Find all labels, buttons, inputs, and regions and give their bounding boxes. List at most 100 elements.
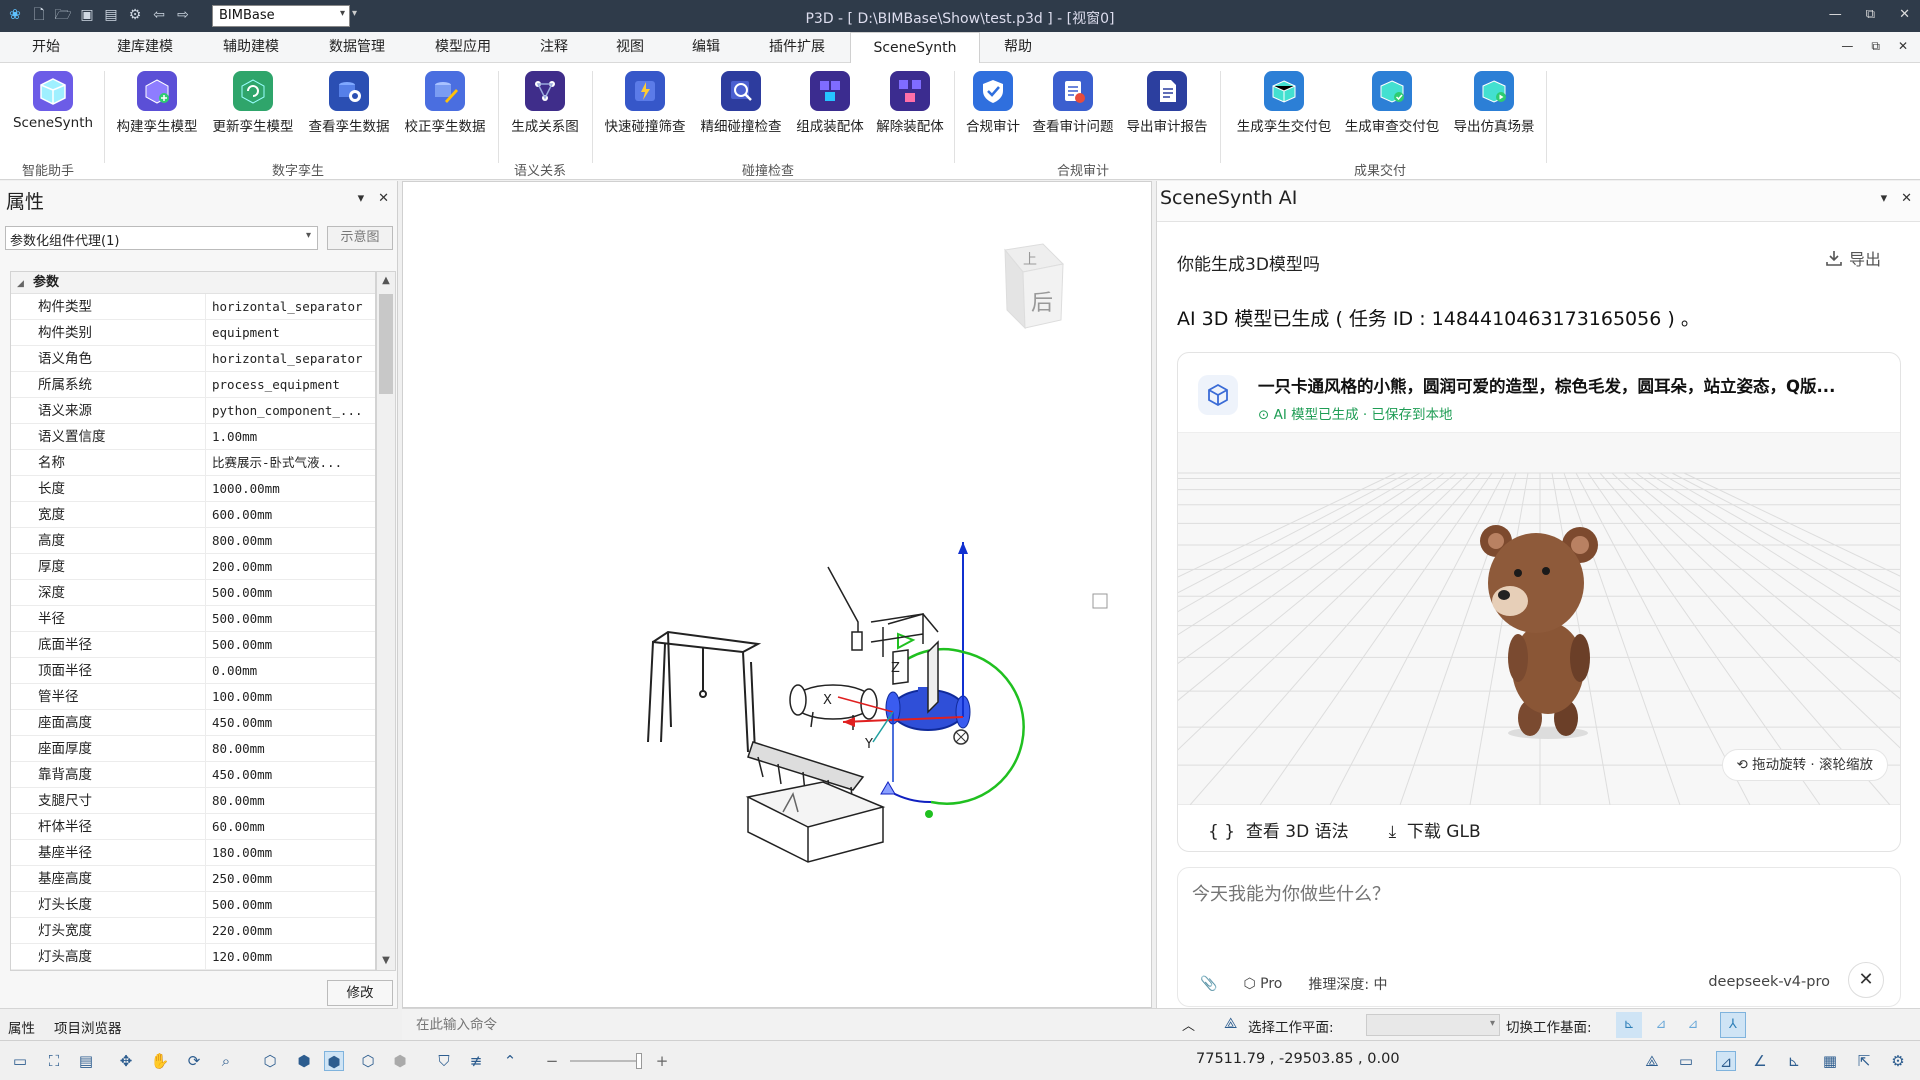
save-icon[interactable]: ▣ [78,6,96,24]
property-value[interactable]: 120.00mm [206,944,375,969]
property-row[interactable]: 语义置信度 1.00mm [11,424,375,450]
cube-shaded-icon[interactable]: ⬢ [324,1051,344,1071]
viewport-toggle-icon[interactable] [1092,593,1108,609]
new-file-icon[interactable]: 🗋 [30,6,48,24]
tab-model-application[interactable]: 模型应用 [418,32,508,63]
redo-icon[interactable]: ⇨ [174,6,192,24]
property-value[interactable]: equipment [206,320,375,345]
quick-clash-screen-button[interactable]: 快速碰撞筛查 [598,71,692,135]
3d-viewport[interactable]: 上 后 Z X Y [402,181,1152,1008]
generate-relation-graph-button[interactable]: 生成关系图 [504,71,586,135]
property-value[interactable]: 500.00mm [206,580,375,605]
snap-icon[interactable]: ⟁ [1642,1051,1662,1071]
disassemble-button[interactable]: 解除装配体 [870,71,950,135]
property-row[interactable]: 语义角色 horizontal_separator [11,346,375,372]
expand-up-icon[interactable]: ︿ [1182,1015,1195,1034]
property-value[interactable]: 100.00mm [206,684,375,709]
update-twin-model-button[interactable]: 更新孪生模型 [206,71,300,135]
ai-panel-close-icon[interactable]: ✕ [1901,191,1912,206]
plane-xz-icon[interactable]: ⊿ [1648,1012,1674,1038]
assemble-button[interactable]: 组成装配体 [790,71,870,135]
property-row[interactable]: 宽度 600.00mm [11,502,375,528]
property-row[interactable]: 杆体半径 60.00mm [11,814,375,840]
collapse-up-icon[interactable]: ⌃ [500,1051,520,1071]
lamp-pole[interactable] [827,566,863,651]
property-row[interactable]: 管半径 100.00mm [11,684,375,710]
property-value[interactable]: 比赛展示-卧式气液... [206,450,375,475]
property-row[interactable]: 高度 800.00mm [11,528,375,554]
modify-button[interactable]: 修改 [327,980,393,1006]
undo-icon[interactable]: ⇦ [150,6,168,24]
minimize-button[interactable]: — [1829,7,1842,22]
ortho-icon[interactable]: ▭ [1676,1051,1696,1071]
view-3d-grammar-button[interactable]: { } 查看 3D 语法 [1208,817,1349,842]
pro-mode-toggle[interactable]: ⬡ Pro [1243,976,1282,992]
reasoning-depth-select[interactable]: 推理深度: 中 [1308,974,1387,994]
stop-close-button[interactable]: ✕ [1848,962,1884,998]
property-value[interactable]: 80.00mm [206,788,375,813]
tab-aux-modeling[interactable]: 辅助建模 [206,32,296,63]
tab-properties[interactable]: 属性 [8,1017,35,1037]
cube-iso-icon[interactable]: ⬡ [260,1051,280,1071]
workspace-select[interactable]: BIMBase [212,5,350,27]
download-glb-button[interactable]: ⤓ 下载 GLB [1389,817,1481,842]
restore-button[interactable]: ⧉ [1866,7,1875,22]
zoom-in-button[interactable]: + [652,1051,672,1071]
property-value[interactable]: 450.00mm [206,710,375,735]
model-preview[interactable]: ⟲ 拖动旋转 · 滚轮缩放 [1178,433,1900,805]
open-folder-icon[interactable]: 🗁 [54,6,72,24]
property-value[interactable]: 600.00mm [206,502,375,527]
property-value[interactable]: 0.00mm [206,658,375,683]
component-selector[interactable]: 参数化组件代理(1) [5,226,318,250]
tab-project-browser[interactable]: 项目浏览器 [54,1017,122,1037]
zoom-icon[interactable]: ⌕ [216,1051,236,1071]
preview-button[interactable]: 示意图 [327,226,393,250]
basin[interactable] [745,781,886,863]
workplane-select[interactable]: ▾ [1366,1014,1500,1036]
tab-scenesynth[interactable]: SceneSynth [850,32,980,64]
property-row[interactable]: 所属系统 process_equipment [11,372,375,398]
window-icon[interactable]: ▤ [76,1051,96,1071]
property-row[interactable]: 基座半径 180.00mm [11,840,375,866]
property-row[interactable]: 底面半径 500.00mm [11,632,375,658]
corner-icon[interactable]: ⊾ [1784,1051,1804,1071]
property-row[interactable]: 语义来源 python_component_... [11,398,375,424]
cube-hidden-icon[interactable]: ⬡ [358,1051,378,1071]
orbit-icon[interactable]: ⟳ [184,1051,204,1071]
build-twin-model-button[interactable]: 构建孪生模型 [110,71,204,135]
property-row[interactable]: 顶面半径 0.00mm [11,658,375,684]
property-value[interactable]: 60.00mm [206,814,375,839]
property-value[interactable]: 450.00mm [206,762,375,787]
doc-restore-button[interactable]: ⧉ [1871,39,1880,54]
ai-panel-menu-icon[interactable]: ▾ [1881,191,1888,206]
property-value[interactable]: 800.00mm [206,528,375,553]
scroll-down-icon[interactable]: ▼ [377,952,395,970]
property-value[interactable]: 180.00mm [206,840,375,865]
property-value[interactable]: 220.00mm [206,918,375,943]
angle-icon[interactable]: ∠ [1750,1051,1770,1071]
property-row[interactable]: 名称 比赛展示-卧式气液... [11,450,375,476]
doc-close-button[interactable]: ✕ [1898,39,1908,54]
property-value[interactable]: 500.00mm [206,892,375,917]
generate-twin-package-button[interactable]: 生成孪生交付包 [1230,71,1338,135]
view-audit-issues-button[interactable]: 查看审计问题 [1026,71,1120,135]
property-value[interactable]: process_equipment [206,372,375,397]
settings-gear-icon[interactable]: ⚙ [126,6,144,24]
zoom-out-button[interactable]: − [542,1051,562,1071]
property-row[interactable]: 座面高度 450.00mm [11,710,375,736]
property-scrollbar[interactable]: ▲ ▼ [376,271,396,971]
fit-icon[interactable]: ⛶ [44,1051,64,1071]
export-simulation-scene-button[interactable]: 导出仿真场景 [1446,71,1542,135]
tab-view[interactable]: 视图 [600,32,660,63]
close-button[interactable]: ✕ [1899,7,1910,22]
property-row[interactable]: 深度 500.00mm [11,580,375,606]
model-select[interactable]: deepseek-v4-pro [1708,974,1830,990]
settings-icon[interactable]: ⚙ [1888,1051,1908,1071]
scroll-thumb[interactable] [379,294,393,394]
property-row[interactable]: 座面厚度 80.00mm [11,736,375,762]
section-icon[interactable]: ⛉ [434,1051,454,1071]
tab-start[interactable]: 开始 [8,32,84,63]
property-row[interactable]: 靠背高度 450.00mm [11,762,375,788]
tab-data-management[interactable]: 数据管理 [312,32,402,63]
property-row[interactable]: 厚度 200.00mm [11,554,375,580]
